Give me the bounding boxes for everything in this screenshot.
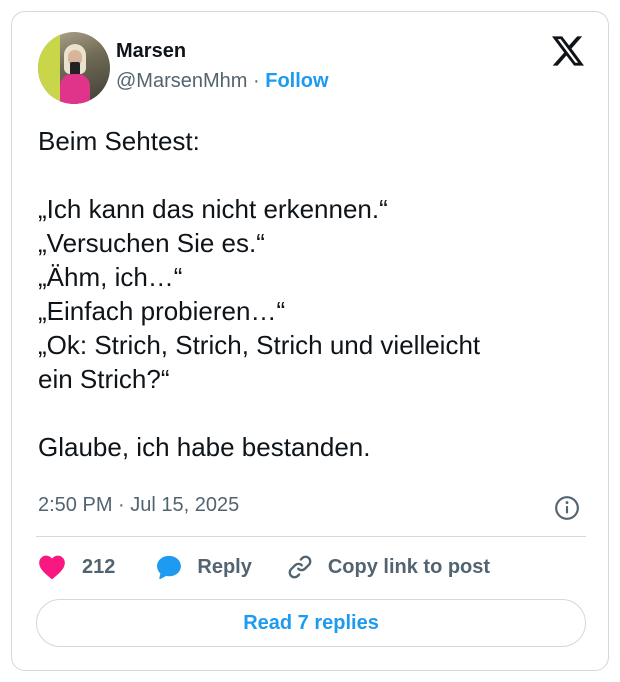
separator-dot: · xyxy=(253,70,260,92)
reply-bubble-icon xyxy=(157,555,182,580)
tweet-line: Beim Sehtest: xyxy=(38,126,200,156)
heart-icon xyxy=(39,555,65,580)
avatar[interactable] xyxy=(38,32,110,104)
x-logo-icon[interactable] xyxy=(552,36,584,66)
read-replies-button[interactable]: Read 7 replies xyxy=(36,599,586,647)
copy-link-label: Copy link to post xyxy=(327,555,491,578)
tweet-line: „Einfach probieren…“ xyxy=(38,296,286,326)
tweet-line: „Versuchen Sie es.“ xyxy=(38,228,265,258)
author-handle-row: @MarsenMhm · Follow xyxy=(116,70,329,93)
action-bar: 212 Reply Copy link to post xyxy=(38,552,490,582)
tweet-line: „Ich kann das nicht erkennen.“ xyxy=(38,194,388,224)
tweet-line: „Ähm, ich…“ xyxy=(38,262,183,292)
timestamp[interactable]: 2:50 PM · Jul 15, 2025 xyxy=(38,494,239,517)
follow-link[interactable]: Follow xyxy=(265,70,328,92)
tweet-line: ein Strich?“ xyxy=(38,364,170,394)
link-icon xyxy=(288,555,312,579)
reply-button[interactable]: Reply xyxy=(155,553,252,581)
author-name[interactable]: Marsen xyxy=(116,40,186,63)
author-handle[interactable]: @MarsenMhm xyxy=(116,70,247,92)
tweet-text: Beim Sehtest: „Ich kann das nicht erkenn… xyxy=(38,124,586,464)
tweet-card: Marsen @MarsenMhm · Follow Beim Sehtest:… xyxy=(11,11,609,671)
info-icon[interactable] xyxy=(554,495,580,521)
tweet-line: „Ok: Strich, Strich, Strich und vielleic… xyxy=(38,330,481,360)
divider xyxy=(36,536,586,537)
tweet-line: Glaube, ich habe bestanden. xyxy=(38,432,371,462)
copy-link-button[interactable]: Copy link to post xyxy=(286,553,490,581)
reply-label: Reply xyxy=(197,555,252,578)
like-button[interactable]: 212 xyxy=(38,554,115,580)
like-count: 212 xyxy=(82,555,116,578)
